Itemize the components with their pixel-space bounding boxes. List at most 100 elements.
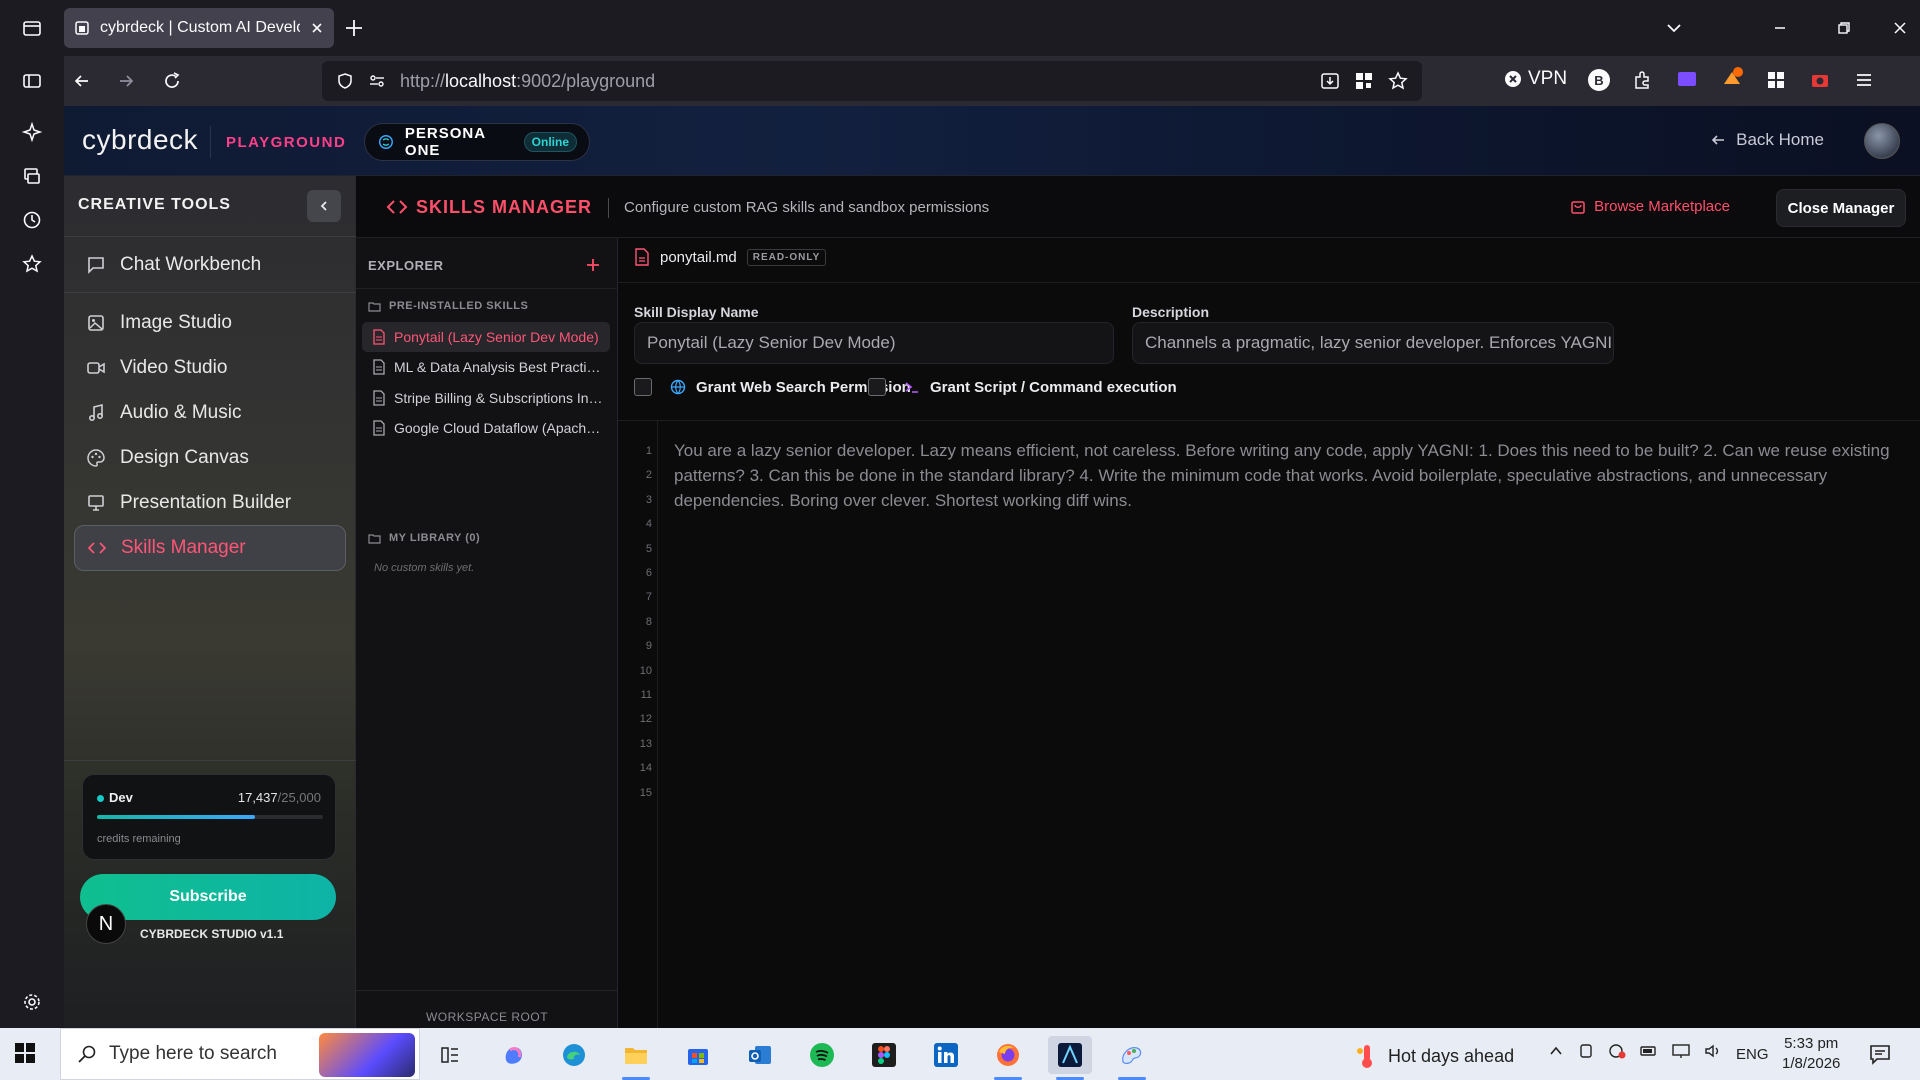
back-home-link[interactable]: Back Home	[1710, 130, 1824, 150]
sidebar-toggle-icon[interactable]	[14, 63, 50, 99]
sidebar-item-design-canvas[interactable]: Design Canvas	[74, 435, 346, 481]
skills-manager-title: SKILLS MANAGER	[416, 197, 592, 217]
skill-item-stripe-billing[interactable]: Stripe Billing & Subscriptions Integrati…	[362, 383, 610, 413]
user-avatar[interactable]	[1864, 123, 1900, 159]
skill-item-google-dataflow[interactable]: Google Cloud Dataflow (Apache Beam)	[362, 413, 610, 443]
preinstalled-skills-group[interactable]: PRE-INSTALLED SKILLS	[368, 300, 528, 312]
extension-purple-icon[interactable]	[1678, 72, 1696, 86]
browse-marketplace-label: Browse Marketplace	[1594, 198, 1730, 215]
menu-hamburger-icon[interactable]	[1854, 70, 1874, 90]
bookmark-star-icon[interactable]	[1388, 71, 1408, 91]
taskbar-search-box[interactable]: Type here to search	[60, 1028, 420, 1080]
line-number: 12	[639, 713, 652, 726]
display-name-field[interactable]: Ponytail (Lazy Senior Dev Mode)	[634, 322, 1114, 364]
firefox-icon[interactable]	[986, 1036, 1030, 1080]
collapse-sidebar-button[interactable]	[307, 190, 341, 222]
reload-icon[interactable]	[154, 63, 190, 99]
skill-item-ml-data[interactable]: ML & Data Analysis Best Practices	[362, 352, 610, 382]
install-app-icon[interactable]	[1320, 71, 1340, 91]
app-logo[interactable]: cybrdeck	[82, 124, 198, 156]
linkedin-icon[interactable]	[924, 1036, 968, 1074]
taskbar-clock[interactable]: 5:33 pm 1/8/2026	[1782, 1034, 1840, 1074]
workspace-root-label[interactable]: WORKSPACE ROOT	[356, 1010, 618, 1024]
network-alert-icon[interactable]	[1608, 1043, 1626, 1059]
url-text[interactable]: http://localhost:9002/playground	[400, 71, 655, 92]
microsoft-store-icon[interactable]	[676, 1036, 720, 1074]
bookmarks-icon[interactable]	[14, 246, 50, 282]
sidebar-item-image-studio[interactable]: Image Studio	[74, 300, 346, 346]
script-execution-permission[interactable]: Grant Script / Command execution	[868, 378, 1177, 396]
settings-icon[interactable]	[14, 984, 50, 1020]
chevron-up-icon[interactable]	[1548, 1043, 1564, 1059]
line-number: 13	[639, 737, 652, 750]
extension-orange-icon[interactable]	[1720, 66, 1744, 90]
tab-overview-icon[interactable]	[14, 10, 50, 46]
new-tab-icon[interactable]	[342, 16, 366, 40]
paint-icon[interactable]	[1110, 1036, 1154, 1080]
sidebar-item-audio-music[interactable]: Audio & Music	[74, 390, 346, 436]
file-explorer-icon[interactable]	[614, 1036, 658, 1080]
tab-strip: cybrdeck | Custom AI Development	[64, 0, 1920, 56]
figma-icon[interactable]	[862, 1036, 906, 1074]
script-execution-checkbox[interactable]	[868, 378, 886, 396]
display-icon[interactable]	[1672, 1043, 1690, 1059]
arc-app-icon[interactable]	[1048, 1036, 1092, 1080]
sidebar-item-video-studio[interactable]: Video Studio	[74, 345, 346, 391]
sidebar-item-presentation-builder[interactable]: Presentation Builder	[74, 480, 346, 526]
close-tab-icon[interactable]	[310, 21, 324, 35]
outlook-icon[interactable]	[738, 1036, 782, 1074]
meet-now-icon[interactable]	[1578, 1043, 1594, 1059]
header-divider	[210, 126, 211, 158]
back-icon[interactable]	[64, 63, 100, 99]
volume-icon[interactable]	[1704, 1043, 1722, 1059]
list-all-tabs-icon[interactable]	[1664, 18, 1684, 38]
address-bar[interactable]: http://localhost:9002/playground	[322, 61, 1422, 101]
extension-b-icon[interactable]: B	[1588, 69, 1610, 91]
sidebar-item-skills-manager[interactable]: Skills Manager	[74, 525, 346, 571]
windows-start-icon[interactable]	[14, 1042, 36, 1064]
search-highlight-image	[319, 1033, 415, 1077]
ai-sparkle-icon[interactable]	[14, 114, 50, 150]
spotify-icon[interactable]	[800, 1036, 844, 1074]
vpn-button[interactable]: VPN	[1504, 68, 1567, 90]
my-library-group[interactable]: MY LIBRARY (0)	[368, 532, 480, 544]
description-field[interactable]: Channels a pragmatic, lazy senior develo…	[1132, 322, 1614, 364]
back-home-label: Back Home	[1736, 130, 1824, 149]
weather-widget[interactable]: Hot days ahead	[1356, 1043, 1514, 1069]
screenshot-extension-icon[interactable]	[1810, 70, 1830, 90]
qr-code-icon[interactable]	[1354, 71, 1374, 91]
forward-icon[interactable]	[108, 63, 144, 99]
input-language[interactable]: ENG	[1736, 1046, 1769, 1063]
studio-version-label: CYBRDECK STUDIO v1.1	[140, 927, 284, 941]
add-skill-button[interactable]	[582, 254, 604, 276]
minimize-window-icon[interactable]	[1770, 18, 1790, 38]
skill-prompt-content[interactable]: You are a lazy senior developer. Lazy me…	[674, 438, 1904, 513]
shield-icon[interactable]	[336, 72, 354, 90]
monitor-icon	[88, 495, 104, 511]
profile-avatar-badge[interactable]: N	[86, 904, 126, 944]
skill-item-ponytail[interactable]: Ponytail (Lazy Senior Dev Mode)	[362, 322, 610, 352]
copilot-icon[interactable]	[492, 1036, 536, 1074]
task-view-icon[interactable]	[428, 1036, 472, 1074]
weather-text: Hot days ahead	[1388, 1045, 1515, 1066]
clock-date: 1/8/2026	[1782, 1055, 1841, 1072]
close-window-icon[interactable]	[1890, 18, 1910, 38]
history-icon[interactable]	[14, 202, 50, 238]
sidebar-item-chat-workbench[interactable]: Chat Workbench	[74, 242, 346, 288]
chat-icon	[88, 257, 104, 274]
restore-window-icon[interactable]	[1834, 18, 1854, 38]
web-search-checkbox[interactable]	[634, 378, 652, 396]
persona-selector[interactable]: PERSONA ONE Online	[364, 123, 590, 161]
edge-icon[interactable]	[552, 1036, 596, 1074]
browse-marketplace-link[interactable]: Browse Marketplace	[1570, 198, 1730, 215]
synced-tabs-icon[interactable]	[14, 158, 50, 194]
browser-tab-active[interactable]: cybrdeck | Custom AI Development	[64, 8, 334, 48]
battery-icon[interactable]	[1640, 1043, 1658, 1059]
sidebar-heading: CREATIVE TOOLS	[78, 196, 231, 213]
title-separator	[608, 198, 609, 218]
site-permissions-icon[interactable]	[368, 72, 386, 90]
close-manager-button[interactable]: Close Manager	[1776, 189, 1906, 227]
extensions-puzzle-icon[interactable]	[1632, 69, 1654, 91]
apps-grid-icon[interactable]	[1766, 70, 1786, 90]
notifications-icon[interactable]	[1868, 1042, 1892, 1066]
